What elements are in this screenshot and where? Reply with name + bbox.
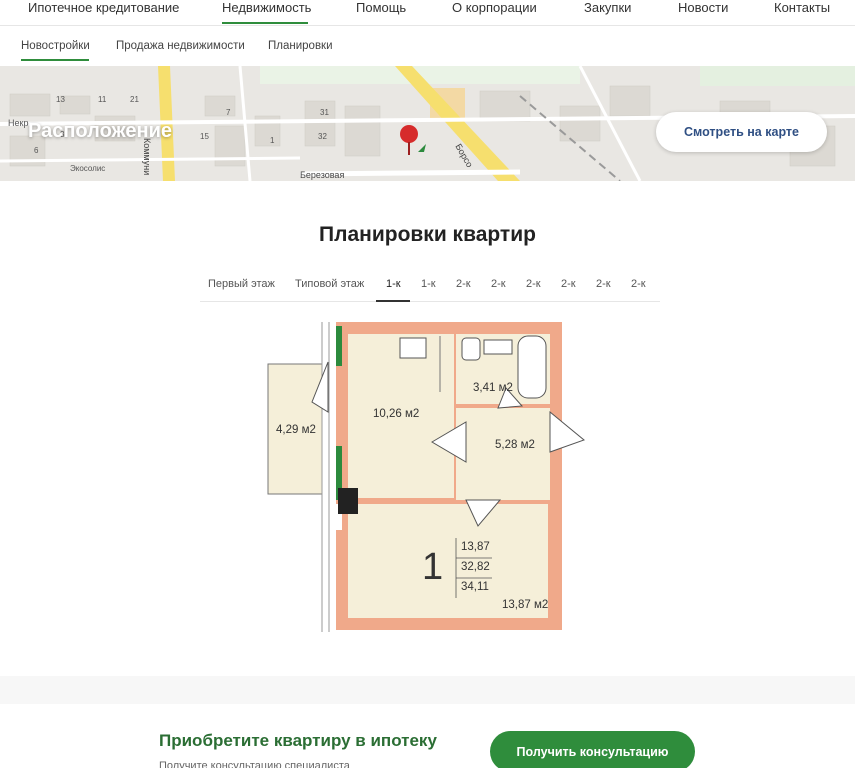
map-house-number: 21	[130, 95, 139, 104]
map-house-number: 32	[318, 132, 327, 141]
map-label-poi: Экосолис	[70, 164, 106, 173]
tab-1k[interactable]: 1-к	[421, 278, 436, 290]
tab-active-underline	[376, 300, 410, 302]
map-label-street-left: Коммуни	[142, 138, 152, 176]
tab-2k[interactable]: 2-к	[526, 278, 541, 290]
room-area-living: 13,87 м2	[502, 599, 549, 611]
section-divider-band	[0, 676, 855, 704]
location-title: Расположение	[28, 120, 173, 142]
subnav-item-new-buildings[interactable]: Новостройки	[21, 40, 90, 52]
nav-item-contacts[interactable]: Контакты	[774, 0, 830, 16]
location-map-banner: Некр Коммуни Березовая Борсо Экосолис 13…	[0, 66, 855, 181]
nav-item-mortgage[interactable]: Ипотечное кредитование	[28, 0, 179, 16]
tab-2k[interactable]: 2-к	[596, 278, 611, 290]
view-on-map-button[interactable]: Смотреть на карте	[656, 112, 827, 152]
map-house-number: 11	[98, 95, 107, 104]
subnav-item-layouts[interactable]: Планировки	[268, 40, 333, 52]
room-area-kitchen: 10,26 м2	[373, 408, 420, 420]
map-label-top-left: Некр	[8, 118, 29, 128]
subnav-item-sale[interactable]: Продажа недвижимости	[116, 40, 245, 52]
area-living: 13,87	[461, 541, 490, 553]
subnav-active-underline	[21, 59, 89, 61]
room-area-balcony: 4,29 м2	[276, 424, 316, 436]
mortgage-subtitle: Получите консультацию специалиста	[159, 760, 350, 768]
map-marker-icon[interactable]	[398, 124, 420, 156]
room-area-bathroom: 3,41 м2	[473, 382, 513, 394]
map-label-street-bottom: Березовая	[300, 170, 345, 180]
tab-typical-floor[interactable]: Типовой этаж	[295, 278, 364, 290]
nav-item-news[interactable]: Новости	[678, 0, 728, 16]
plan-tabs: Первый этаж Типовой этаж 1-к 1-к 2-к 2-к…	[200, 272, 660, 302]
tab-2k[interactable]: 2-к	[631, 278, 646, 290]
get-consultation-button[interactable]: Получить консультацию	[490, 731, 695, 768]
nav-item-help[interactable]: Помощь	[356, 0, 406, 16]
map-house-number: 13	[56, 95, 65, 104]
map-house-number: 1	[270, 136, 275, 145]
tab-2k[interactable]: 2-к	[456, 278, 471, 290]
sub-navigation: Новостройки Продажа недвижимости Планиро…	[0, 26, 855, 66]
tab-first-floor[interactable]: Первый этаж	[208, 278, 275, 290]
map-house-number: 6	[34, 146, 39, 155]
map-house-number: 15	[200, 132, 209, 141]
area-with-balcony: 34,11	[461, 581, 489, 593]
plans-title: Планировки квартир	[319, 223, 536, 246]
nav-item-about[interactable]: О корпорации	[452, 0, 537, 16]
map-house-number: 7	[226, 108, 231, 117]
room-area-hall: 5,28 м2	[495, 439, 535, 451]
tab-1k-active[interactable]: 1-к	[386, 278, 401, 290]
mortgage-title: Приобретите квартиру в ипотеку	[159, 731, 437, 750]
map-house-number: 31	[320, 108, 329, 117]
room-count: 1	[422, 546, 444, 588]
nav-item-procurement[interactable]: Закупки	[584, 0, 631, 16]
top-navigation: Ипотечное кредитование Недвижимость Помо…	[0, 0, 855, 26]
tab-2k[interactable]: 2-к	[561, 278, 576, 290]
nav-item-real-estate[interactable]: Недвижимость	[222, 0, 311, 16]
nav-active-underline	[222, 22, 308, 24]
tab-2k[interactable]: 2-к	[491, 278, 506, 290]
area-total: 32,82	[461, 561, 490, 573]
